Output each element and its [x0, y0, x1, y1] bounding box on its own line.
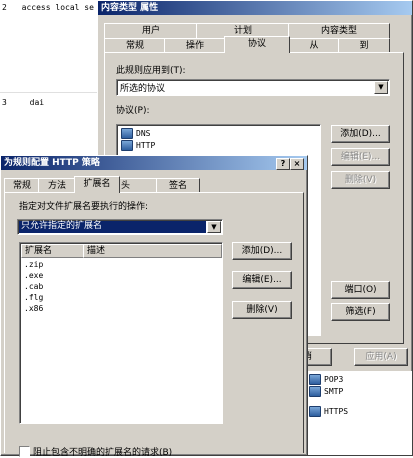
- filter-button[interactable]: 筛选(F): [331, 303, 390, 321]
- tab-label: 操作: [185, 41, 204, 51]
- column-header-extension[interactable]: 扩展名: [21, 244, 84, 258]
- protocol-name: POP3: [324, 375, 344, 384]
- list-item[interactable]: POP3: [309, 374, 343, 385]
- protocols-label: 协议(P):: [116, 106, 150, 116]
- button-label: 端口(O): [344, 285, 377, 295]
- applies-to-value: 所选的协议: [120, 84, 166, 94]
- list-item[interactable]: .x86: [24, 304, 43, 313]
- rule-properties-titlebar[interactable]: 内容类型 属性: [98, 1, 412, 15]
- bg-line-number: 2: [2, 3, 7, 12]
- tab-label: 头: [121, 181, 131, 191]
- tab-label: 方法: [47, 181, 66, 191]
- column-header-label: 扩展名: [25, 246, 53, 256]
- column-header-label: 描述: [87, 246, 106, 256]
- tab-methods[interactable]: 方法: [38, 178, 76, 193]
- protocol-icon: [309, 374, 321, 385]
- tab-label: 从: [309, 41, 319, 51]
- button-label: 删除(V): [344, 175, 377, 185]
- extension-action-select[interactable]: 只允许指定的扩展名 ▼: [17, 219, 223, 235]
- button-label: 添加(D)...: [241, 246, 283, 256]
- tab-signatures[interactable]: 签名: [156, 178, 200, 193]
- list-item[interactable]: DNS: [121, 128, 150, 139]
- tab-label: 签名: [168, 181, 187, 191]
- protocol-icon: [121, 128, 133, 139]
- list-item[interactable]: HTTPS: [309, 406, 348, 417]
- http-policy-dialog: 为规则配置 HTTP 策略 ? × 常规 方法 扩展名 头 签名 指定对文件扩展…: [0, 155, 308, 458]
- protocol-icon: [309, 406, 321, 417]
- tab-label: 到: [359, 41, 369, 51]
- http-policy-title: 为规则配置 HTTP 策略: [4, 158, 100, 168]
- bg-line-2: 2 access local se: [2, 3, 94, 12]
- tab-label: 扩展名: [83, 179, 111, 189]
- tab-headers[interactable]: 头: [118, 178, 158, 193]
- tab-label: 计划: [233, 26, 252, 36]
- list-item[interactable]: .cab: [24, 282, 43, 291]
- bg-line-text: dai: [29, 98, 45, 107]
- block-ambiguous-checkbox[interactable]: [19, 446, 30, 457]
- bg-divider: [0, 92, 98, 93]
- bg-line-text: access local se: [21, 3, 94, 12]
- help-icon[interactable]: ?: [276, 158, 290, 170]
- tab-from[interactable]: 从: [288, 38, 340, 53]
- button-label: 删除(V): [246, 305, 278, 315]
- button-label: 筛选(F): [345, 307, 376, 317]
- block-ambiguous-label[interactable]: 阻止包含不明确的扩展名的请求(B): [33, 445, 172, 458]
- protocol-name: DNS: [136, 129, 151, 138]
- applies-to-select[interactable]: 所选的协议 ▼: [116, 79, 390, 96]
- ports-button[interactable]: 端口(O): [331, 281, 390, 299]
- tab-label: 常规: [125, 41, 144, 51]
- list-item[interactable]: SMTP: [309, 386, 343, 397]
- delete-protocol-button[interactable]: 删除(V): [331, 171, 390, 189]
- delete-extension-button[interactable]: 删除(V): [232, 301, 292, 319]
- tab-label: 用户: [141, 26, 160, 36]
- tab-label: 常规: [12, 181, 31, 191]
- applies-to-label: 此规则应用到(T):: [116, 66, 186, 76]
- protocol-name: HTTP: [136, 141, 156, 150]
- edit-extension-button[interactable]: 编辑(E)...: [232, 271, 292, 289]
- protocol-name: SMTP: [324, 387, 344, 396]
- specify-label: 指定对文件扩展名要执行的操作:: [19, 202, 149, 212]
- button-label: 编辑(E)...: [340, 152, 381, 162]
- add-extension-button[interactable]: 添加(D)...: [232, 242, 292, 260]
- button-label: 添加(D)...: [340, 129, 381, 139]
- tab-general[interactable]: 常规: [104, 38, 166, 53]
- list-item[interactable]: .zip: [24, 260, 43, 269]
- list-item[interactable]: .exe: [24, 271, 43, 280]
- http-policy-titlebar[interactable]: 为规则配置 HTTP 策略: [1, 156, 307, 170]
- tab-to[interactable]: 到: [338, 38, 390, 53]
- bg-line-number: 3: [2, 98, 7, 107]
- tab-content-types[interactable]: 内容类型: [288, 23, 390, 38]
- chevron-down-icon[interactable]: ▼: [374, 81, 388, 94]
- close-icon[interactable]: ×: [290, 158, 304, 170]
- button-label: 编辑(E)...: [242, 275, 282, 285]
- protocol-lower-list: POP3 SMTP HTTPS: [304, 371, 412, 455]
- extensions-list[interactable]: 扩展名 描述 .zip .exe .cab .flg .x86: [19, 242, 223, 424]
- rule-properties-title: 内容类型 属性: [101, 3, 159, 13]
- tab-extensions[interactable]: 扩展名: [74, 176, 120, 193]
- bg-line-3: 3 dai: [2, 98, 44, 107]
- tab-general[interactable]: 常规: [4, 178, 40, 193]
- edit-protocol-button[interactable]: 编辑(E)...: [331, 148, 390, 166]
- protocol-name: HTTPS: [324, 407, 349, 416]
- protocol-icon: [121, 140, 133, 151]
- list-item[interactable]: .flg: [24, 293, 43, 302]
- tab-users[interactable]: 用户: [104, 23, 198, 38]
- apply-button[interactable]: 应用(A): [354, 348, 408, 366]
- chevron-down-icon[interactable]: ▼: [207, 221, 221, 233]
- button-label: 应用(A): [365, 352, 397, 362]
- tab-label: 协议: [247, 39, 266, 49]
- column-header-description[interactable]: 描述: [83, 244, 222, 258]
- list-item[interactable]: HTTP: [121, 140, 155, 151]
- tab-action[interactable]: 操作: [164, 38, 226, 53]
- tab-label: 内容类型: [320, 26, 357, 36]
- tab-protocols[interactable]: 协议: [224, 36, 290, 53]
- protocol-icon: [309, 386, 321, 397]
- extension-action-value: 只允许指定的扩展名: [19, 221, 206, 233]
- add-protocol-button[interactable]: 添加(D)...: [331, 125, 390, 143]
